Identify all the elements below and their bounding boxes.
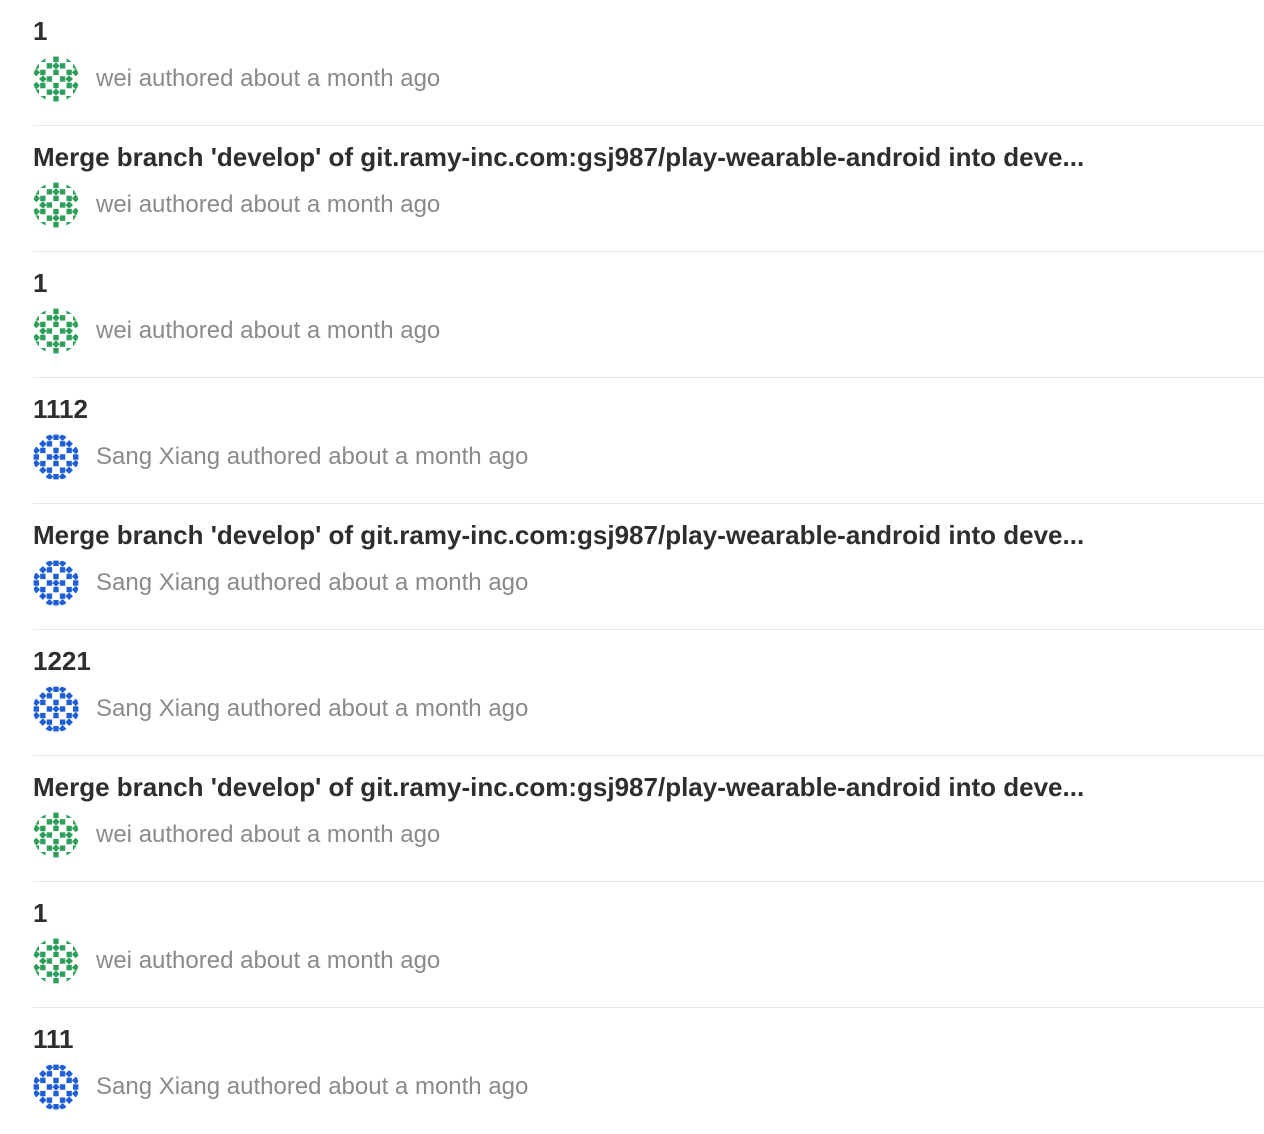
commit-meta-text: wei authored about a month ago: [96, 65, 440, 93]
avatar-identicon-blue-icon[interactable]: [33, 560, 79, 606]
commit-row: 1112 Sang Xiang authored about a month a…: [33, 378, 1264, 504]
commit-time: about a month ago: [328, 695, 529, 722]
commit-row: Merge branch 'develop' of git.ramy-inc.c…: [33, 126, 1264, 252]
commit-time: about a month ago: [240, 191, 441, 218]
commit-meta-text: Sang Xiang authored about a month ago: [96, 695, 528, 723]
commit-meta: wei authored about a month ago: [33, 937, 440, 985]
commit-meta-text: Sang Xiang authored about a month ago: [96, 1073, 528, 1101]
commit-title[interactable]: 1: [33, 896, 1168, 930]
avatar-identicon-blue-icon[interactable]: [33, 686, 79, 732]
commit-meta: wei authored about a month ago: [33, 181, 440, 229]
commit-title[interactable]: 1: [33, 14, 1168, 48]
commit-meta: wei authored about a month ago: [33, 307, 440, 355]
commit-meta-text: wei authored about a month ago: [96, 191, 440, 219]
commit-row: 1221 Sang Xiang authored about a month a…: [33, 630, 1264, 756]
authored-label: authored: [226, 443, 322, 470]
authored-label: authored: [226, 569, 322, 596]
author-name[interactable]: Sang Xiang: [96, 1073, 220, 1100]
commit-time: about a month ago: [240, 317, 441, 344]
commit-title[interactable]: Merge branch 'develop' of git.ramy-inc.c…: [33, 140, 1168, 174]
commit-row: 1 wei authored about a month ago: [33, 252, 1264, 378]
commit-title[interactable]: Merge branch 'develop' of git.ramy-inc.c…: [33, 518, 1168, 552]
commit-time: about a month ago: [240, 65, 441, 92]
commit-meta: Sang Xiang authored about a month ago: [33, 559, 528, 607]
author-name[interactable]: wei: [96, 65, 132, 92]
avatar-identicon-green-icon[interactable]: [33, 56, 79, 102]
commit-row: 1 wei authored about a month ago: [33, 0, 1264, 126]
commit-meta-text: wei authored about a month ago: [96, 947, 440, 975]
avatar-identicon-green-icon[interactable]: [33, 812, 79, 858]
commit-title[interactable]: 1112: [33, 392, 1168, 426]
authored-label: authored: [138, 947, 234, 974]
commit-title[interactable]: Merge branch 'develop' of git.ramy-inc.c…: [33, 770, 1168, 804]
commit-title[interactable]: 1221: [33, 644, 1168, 678]
commit-meta-text: Sang Xiang authored about a month ago: [96, 443, 528, 471]
author-name[interactable]: wei: [96, 947, 132, 974]
authored-label: authored: [138, 821, 234, 848]
commit-title[interactable]: 1: [33, 266, 1168, 300]
avatar-identicon-blue-icon[interactable]: [33, 434, 79, 480]
avatar-identicon-blue-icon[interactable]: [33, 1064, 79, 1110]
commit-meta-text: wei authored about a month ago: [96, 821, 440, 849]
commit-list: 1 wei authored about a month ago Merge b…: [33, 0, 1264, 1134]
commit-time: about a month ago: [328, 1073, 529, 1100]
commit-time: about a month ago: [328, 443, 529, 470]
commit-meta: Sang Xiang authored about a month ago: [33, 1063, 528, 1111]
commit-row: 111 Sang Xiang authored about a month ag…: [33, 1008, 1264, 1134]
commit-meta: wei authored about a month ago: [33, 55, 440, 103]
authored-label: authored: [226, 1073, 322, 1100]
author-name[interactable]: Sang Xiang: [96, 569, 220, 596]
avatar-identicon-green-icon[interactable]: [33, 182, 79, 228]
commit-row: Merge branch 'develop' of git.ramy-inc.c…: [33, 756, 1264, 882]
commit-title[interactable]: 111: [33, 1022, 1168, 1056]
commit-time: about a month ago: [240, 821, 441, 848]
author-name[interactable]: wei: [96, 317, 132, 344]
author-name[interactable]: Sang Xiang: [96, 695, 220, 722]
commit-meta: Sang Xiang authored about a month ago: [33, 433, 528, 481]
commit-time: about a month ago: [240, 947, 441, 974]
commit-meta: wei authored about a month ago: [33, 811, 440, 859]
author-name[interactable]: wei: [96, 191, 132, 218]
authored-label: authored: [226, 695, 322, 722]
authored-label: authored: [138, 317, 234, 344]
authored-label: authored: [138, 191, 234, 218]
author-name[interactable]: wei: [96, 821, 132, 848]
authored-label: authored: [138, 65, 234, 92]
avatar-identicon-green-icon[interactable]: [33, 938, 79, 984]
commit-row: 1 wei authored about a month ago: [33, 882, 1264, 1008]
avatar-identicon-green-icon[interactable]: [33, 308, 79, 354]
commit-meta-text: Sang Xiang authored about a month ago: [96, 569, 528, 597]
commit-meta-text: wei authored about a month ago: [96, 317, 440, 345]
author-name[interactable]: Sang Xiang: [96, 443, 220, 470]
commit-time: about a month ago: [328, 569, 529, 596]
commit-row: Merge branch 'develop' of git.ramy-inc.c…: [33, 504, 1264, 630]
commit-meta: Sang Xiang authored about a month ago: [33, 685, 528, 733]
